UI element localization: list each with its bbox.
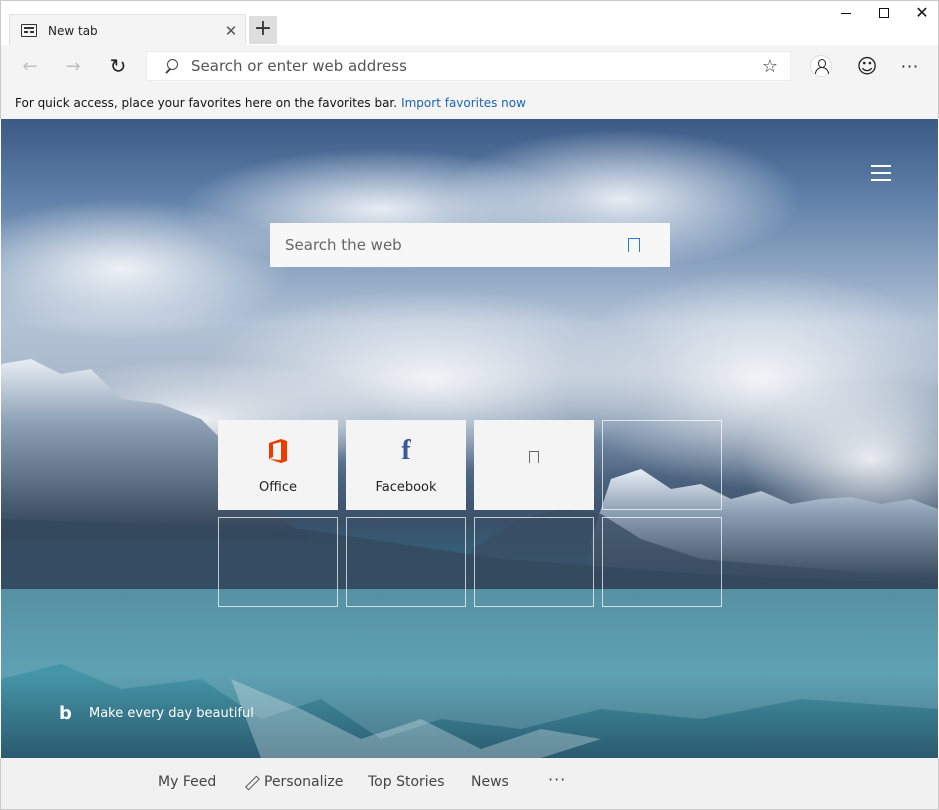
page-settings-menu-icon[interactable] [871, 165, 891, 181]
minimize-button[interactable] [827, 1, 865, 25]
tile-label: Office [259, 480, 297, 495]
feed-tab-news[interactable]: News [471, 774, 509, 790]
navigation-bar: ← → ↻ ☆ ☺ ··· [0, 45, 939, 87]
facebook-icon: f [401, 435, 411, 466]
tile-label: Facebook [375, 480, 437, 495]
address-input[interactable] [191, 57, 760, 75]
arrow-right-icon: → [65, 55, 81, 77]
favorites-bar-message: For quick access, place your favorites h… [15, 96, 398, 110]
search-icon [164, 59, 178, 73]
maximize-button[interactable] [865, 1, 903, 25]
close-icon: ✕ [915, 3, 929, 22]
title-bar: New tab ✕ + ✕ [0, 0, 939, 46]
more-dots-icon: ··· [900, 56, 920, 76]
top-site-tile-facebook[interactable]: f Facebook [346, 420, 466, 510]
forward-button[interactable]: → [60, 53, 86, 79]
feed-more-button[interactable]: ··· [548, 770, 566, 789]
bing-logo-icon: b [59, 703, 72, 724]
web-search-input[interactable] [285, 236, 628, 254]
minimize-icon [841, 12, 851, 14]
top-site-tile-empty[interactable] [602, 517, 722, 607]
top-site-tile-empty[interactable] [474, 517, 594, 607]
import-favorites-link[interactable]: Import favorites now [401, 96, 526, 110]
feed-tab-my-feed[interactable]: My Feed [158, 774, 216, 790]
tab-new-tab[interactable]: New tab ✕ [9, 14, 246, 46]
arrow-left-icon: ← [22, 55, 38, 77]
profile-icon [810, 55, 832, 77]
new-tab-page: Office f Facebook b Make every day beaut… [1, 119, 938, 758]
top-site-tile-office[interactable]: Office [218, 420, 338, 510]
feed-personalize-label: Personalize [264, 774, 344, 790]
feedback-button[interactable]: ☺ [854, 53, 880, 79]
generic-site-icon [529, 451, 539, 463]
smiley-icon: ☺ [856, 54, 878, 78]
web-search-box[interactable] [270, 223, 670, 267]
top-site-tile-empty[interactable] [218, 517, 338, 607]
top-site-tile-empty[interactable] [346, 517, 466, 607]
search-submit-icon[interactable] [628, 238, 640, 252]
favorites-bar: For quick access, place your favorites h… [0, 87, 939, 119]
back-button[interactable]: ← [17, 53, 43, 79]
top-site-tile-empty[interactable] [602, 420, 722, 510]
feed-tab-top-stories[interactable]: Top Stories [368, 774, 445, 790]
close-window-button[interactable]: ✕ [903, 1, 939, 25]
feed-personalize-button[interactable]: Personalize [245, 774, 343, 790]
address-bar[interactable]: ☆ [146, 51, 791, 81]
bing-image-info[interactable]: b Make every day beautiful [59, 703, 254, 724]
favorite-star-icon[interactable]: ☆ [760, 56, 780, 77]
settings-more-button[interactable]: ··· [897, 53, 923, 79]
profile-button[interactable] [808, 53, 834, 79]
new-tab-button[interactable]: + [249, 16, 277, 44]
bing-tagline: Make every day beautiful [89, 706, 254, 721]
pencil-icon [245, 776, 257, 788]
top-site-tile-generic[interactable] [474, 420, 594, 510]
tab-close-icon[interactable]: ✕ [223, 23, 239, 39]
refresh-button[interactable]: ↻ [105, 53, 131, 79]
news-feed-bar: My Feed Personalize Top Stories News ··· [0, 758, 939, 810]
maximize-icon [879, 8, 889, 18]
office-icon [269, 439, 287, 463]
background-landscape [1, 129, 938, 758]
refresh-icon: ↻ [109, 54, 127, 78]
tab-title: New tab [48, 23, 98, 38]
newtab-page-icon [21, 24, 37, 37]
